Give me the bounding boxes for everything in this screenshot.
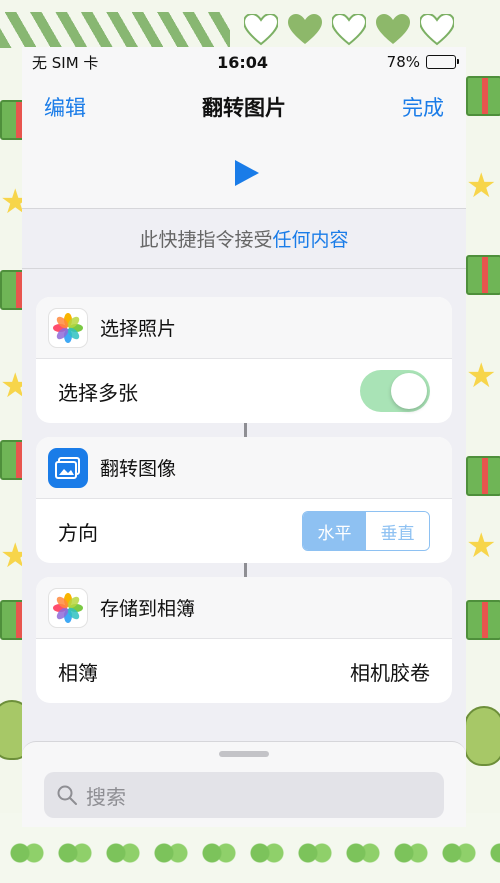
run-shortcut-row [22, 137, 466, 209]
image-flip-icon [48, 447, 88, 488]
star-icon: ★ [466, 526, 497, 566]
action-header[interactable]: 选择照片 [36, 297, 452, 359]
action-connector [244, 563, 247, 577]
gift-icon [466, 600, 500, 640]
direction-segmented-control: 水平 垂直 [302, 511, 430, 551]
action-card-save-to-album: 存储到相簿 相簿 相机胶卷 [36, 577, 452, 703]
carrier-label: 无 SIM 卡 [32, 53, 99, 72]
album-row[interactable]: 相簿 相机胶卷 [36, 639, 452, 703]
select-multiple-label: 选择多张 [58, 380, 138, 405]
action-search-sheet: 搜索 [22, 741, 466, 827]
bean-character-icon [464, 706, 500, 766]
gift-icon [466, 76, 500, 116]
status-bar: 无 SIM 卡 16:04 78% [22, 47, 466, 77]
shortcut-input-info: 此快捷指令接受 任何内容 [22, 209, 466, 269]
heart-icon [242, 12, 280, 46]
gift-icon [466, 255, 500, 295]
direction-row: 方向 水平 垂直 [36, 499, 452, 563]
action-title: 选择照片 [100, 318, 177, 340]
page-title: 翻转图片 [202, 96, 286, 120]
battery-status: 78% [386, 53, 459, 71]
navigation-bar: 编辑 翻转图片 完成 [22, 77, 466, 137]
action-connector [244, 423, 247, 437]
clock: 16:04 [217, 52, 269, 72]
action-header[interactable]: 翻转图像 [36, 437, 452, 499]
direction-label: 方向 [58, 520, 98, 545]
segment-horizontal[interactable]: 水平 [303, 512, 366, 550]
decorative-chevron-strip [0, 12, 230, 48]
play-icon[interactable] [235, 159, 259, 186]
action-card-flip-image: 翻转图像 方向 水平 垂直 [36, 437, 452, 563]
heart-icon [376, 14, 410, 46]
action-header[interactable]: 存储到相簿 [36, 577, 452, 639]
heart-icon [288, 14, 322, 46]
battery-percent: 78% [386, 53, 420, 71]
action-title: 存储到相簿 [100, 598, 196, 620]
edit-button[interactable]: 编辑 [44, 92, 86, 122]
star-icon: ★ [466, 356, 497, 396]
select-multiple-toggle[interactable] [360, 370, 430, 412]
action-card-select-photos: 选择照片 选择多张 [36, 297, 452, 423]
action-list: 选择照片 选择多张 翻转图像 方向 水平 垂直 存储到相簿 相簿 相机胶卷 [22, 269, 466, 703]
album-value[interactable]: 相机胶卷 [350, 657, 430, 686]
battery-icon [426, 55, 459, 69]
photos-icon [48, 587, 88, 628]
accepts-prefix: 此快捷指令接受 [139, 229, 273, 251]
search-input[interactable]: 搜索 [44, 772, 444, 818]
action-title: 翻转图像 [100, 458, 177, 480]
heart-icon [330, 12, 368, 46]
decorative-hearts [242, 12, 456, 46]
heart-icon [418, 12, 456, 46]
photos-icon [48, 307, 88, 348]
segment-vertical[interactable]: 垂直 [366, 512, 429, 550]
search-placeholder: 搜索 [86, 784, 126, 809]
gift-icon [466, 456, 500, 496]
phone-screen: 无 SIM 卡 16:04 78% 编辑 翻转图片 完成 此快捷指令接受 任何内… [22, 47, 466, 827]
album-label: 相簿 [58, 660, 98, 685]
star-icon: ★ [466, 166, 497, 206]
select-multiple-row: 选择多张 [36, 359, 452, 423]
sheet-grabber[interactable] [219, 751, 269, 757]
done-button[interactable]: 完成 [402, 92, 444, 122]
accepts-input-type-link[interactable]: 任何内容 [273, 225, 349, 252]
search-icon [57, 785, 77, 805]
